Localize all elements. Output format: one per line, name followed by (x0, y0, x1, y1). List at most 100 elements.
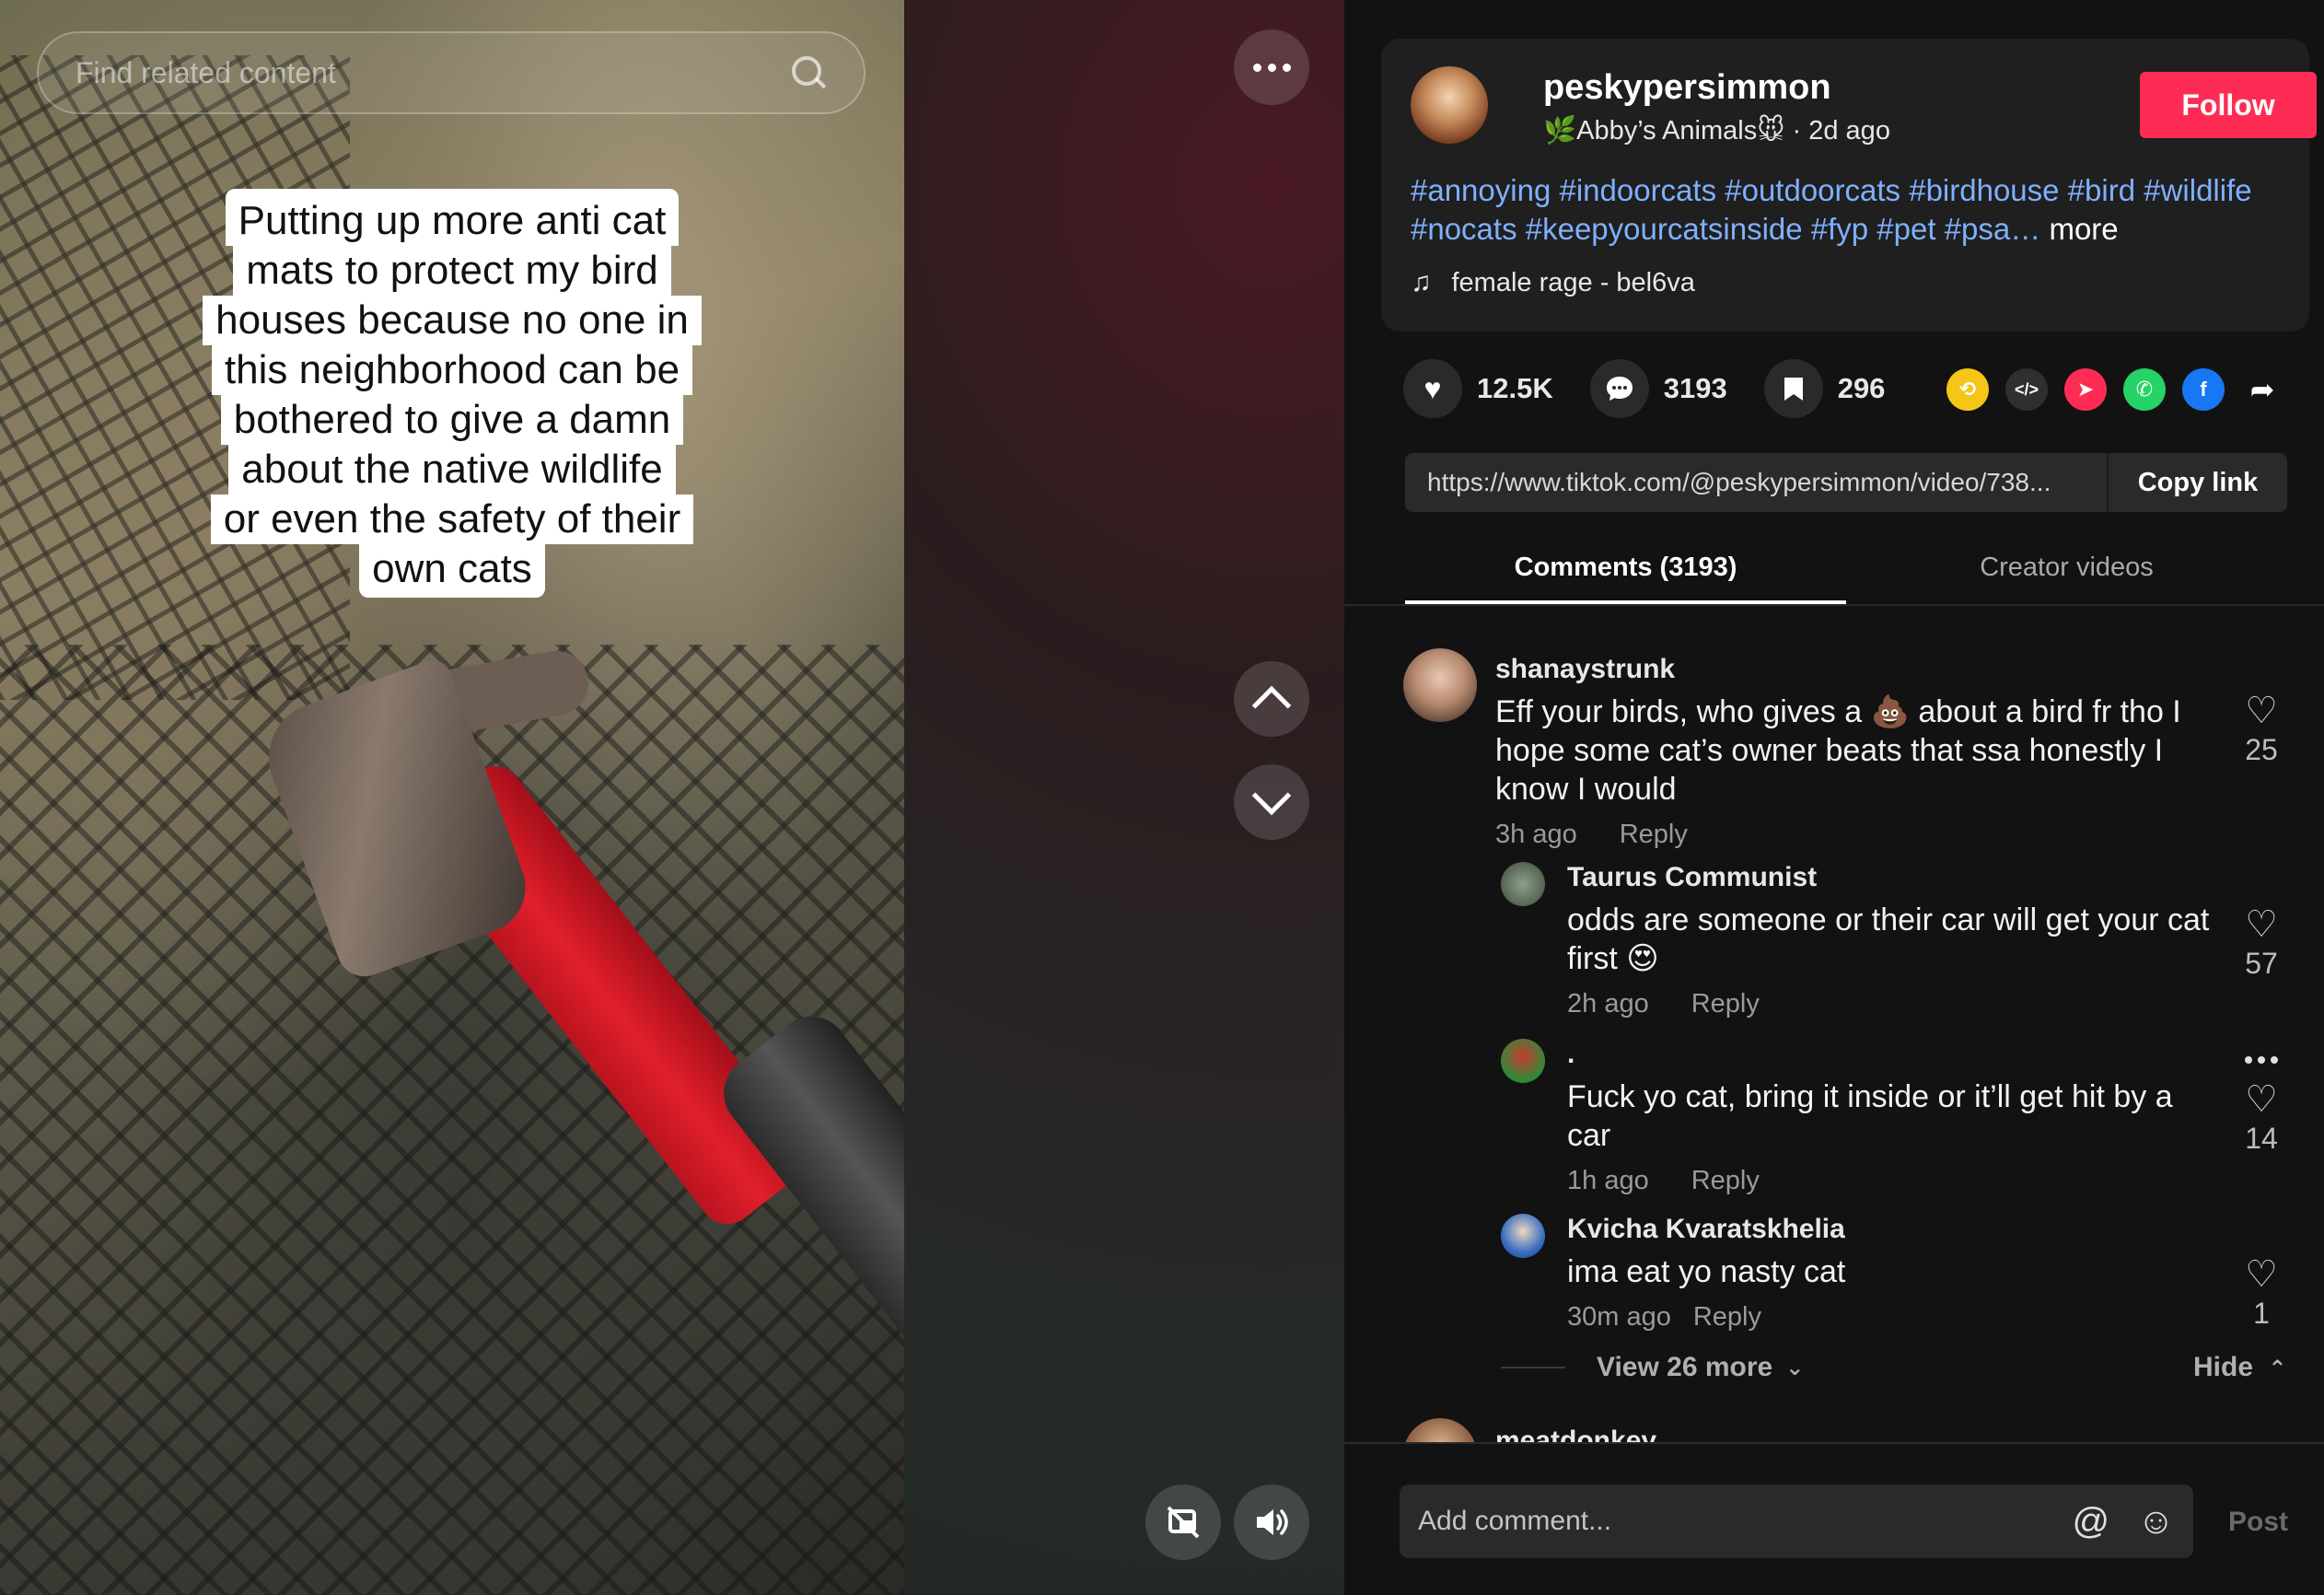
facebook-icon[interactable]: f (2182, 368, 2225, 411)
comment-input[interactable] (1418, 1506, 2045, 1537)
comment-more-icon[interactable] (2245, 1056, 2278, 1064)
previous-video-button[interactable] (1234, 661, 1309, 737)
comment-username[interactable]: Kvicha Kvaratskhelia (1567, 1214, 2230, 1245)
repost-icon[interactable]: ⟲ (1946, 368, 1989, 411)
more-options-button[interactable] (1234, 29, 1309, 105)
comment-username[interactable]: shanaystrunk (1495, 654, 2214, 685)
comment-bubble-icon[interactable] (1589, 359, 1649, 418)
chevron-down-icon (1251, 775, 1292, 816)
comment-meta: 1h ago Reply (1567, 1166, 2230, 1196)
heart-outline-icon[interactable]: ♡ (2245, 691, 2278, 731)
comment-username[interactable]: . (1567, 1039, 2230, 1070)
commenter-avatar[interactable] (1501, 1214, 1545, 1258)
comment-like-count: 25 (2245, 733, 2278, 766)
commenter-avatar[interactable] (1403, 1418, 1477, 1442)
comment-like[interactable]: ♡ 1 (2234, 1254, 2289, 1331)
music-note-icon: ♫ (1411, 267, 1432, 297)
comment-like-count: 14 (2245, 1122, 2278, 1155)
hide-label[interactable]: Hide (2193, 1352, 2253, 1382)
more-link[interactable]: more (2049, 212, 2118, 246)
comment-like[interactable]: ♡ 14 (2234, 1079, 2289, 1156)
comment-count: 3193 (1663, 372, 1727, 404)
comment-text: Eff your birds, who gives a 💩 about a bi… (1495, 693, 2214, 809)
music-title[interactable]: female rage - bel6va (1452, 268, 1695, 298)
thread-line (1501, 1367, 1565, 1368)
author-subtitle: 🌿Abby’s Animals🐭 · 2d ago (1543, 116, 1890, 146)
comment-username[interactable]: Taurus Communist (1567, 862, 2230, 893)
whatsapp-icon[interactable]: ✆ (2123, 368, 2166, 411)
emoji-icon[interactable]: ☺ (2137, 1501, 2175, 1543)
tab-creator-videos[interactable]: Creator videos (1846, 534, 2287, 604)
comment-text-line: ima eat yo nasty cat (1567, 1254, 1846, 1289)
commenter-avatar[interactable] (1501, 1039, 1545, 1083)
tab-comments[interactable]: Comments (3193) (1405, 534, 1846, 604)
video-area: Putting up more anti cat mats to protect… (0, 0, 1344, 1595)
reply-button[interactable]: Reply (1620, 820, 1688, 850)
view-more-label[interactable]: View 26 more (1597, 1352, 1772, 1383)
caption-line: houses because no one in (203, 296, 702, 345)
comment-text: odds are someone or their car will get y… (1567, 901, 2230, 978)
caption-line: Putting up more anti cat (225, 189, 680, 246)
mention-icon[interactable]: @ (2073, 1501, 2110, 1543)
author-avatar[interactable] (1411, 66, 1488, 144)
share-link-box: https://www.tiktok.com/@peskypersimmon/v… (1405, 453, 2287, 512)
music-info[interactable]: ♫ female rage - bel6va (1411, 267, 1695, 298)
comment-time: 1h ago (1567, 1166, 1649, 1195)
comment-like-count: 57 (2245, 947, 2278, 980)
embed-icon[interactable]: </> (2005, 368, 2048, 411)
comment-text-line: Fuck yo cat, bring it inside or it’ll ge… (1567, 1079, 2173, 1114)
comment-text-line: car (1567, 1118, 1611, 1153)
divider (1344, 604, 2324, 606)
send-icon[interactable]: ➤ (2064, 368, 2107, 411)
search-bar[interactable] (37, 31, 866, 114)
save-action[interactable]: 296 (1763, 359, 1885, 418)
volume-icon (1257, 1509, 1288, 1535)
commenter-avatar[interactable] (1501, 862, 1545, 906)
hide-replies[interactable]: Hide ⌃ (2193, 1352, 2286, 1383)
floating-player-button[interactable] (1145, 1484, 1221, 1560)
heart-icon[interactable]: ♥ (1403, 359, 1462, 418)
comment-like[interactable]: ♡ 57 (2234, 904, 2289, 981)
caption-line: this neighborhood can be (211, 345, 693, 395)
heart-outline-icon[interactable]: ♡ (2245, 1254, 2278, 1295)
follow-button[interactable]: Follow (2140, 72, 2317, 138)
comment-meta: 30m ago Reply (1567, 1302, 2230, 1333)
hashtag-list[interactable]: #annoying #indoorcats #outdoorcats #bird… (1411, 173, 2252, 246)
comment-time: 30m ago (1567, 1302, 1671, 1332)
details-panel: peskypersimmon 🌿Abby’s Animals🐭 · 2d ago… (1344, 0, 2324, 1595)
caption-line: own cats (359, 544, 545, 598)
video-player[interactable]: Putting up more anti cat mats to protect… (0, 0, 904, 1595)
commenter-avatar[interactable] (1403, 648, 1477, 722)
comment-text-line: Eff your birds, who gives a 💩 about a bi… (1495, 694, 2181, 729)
comment-like-count: 1 (2253, 1297, 2270, 1330)
comment-action[interactable]: 3193 (1589, 359, 1727, 418)
bookmark-icon[interactable] (1763, 359, 1823, 418)
comment-time: 2h ago (1567, 989, 1649, 1019)
post-button[interactable]: Post (2228, 1507, 2288, 1538)
reply-button[interactable]: Reply (1691, 989, 1760, 1019)
view-more-replies[interactable]: View 26 more ⌄ (1501, 1352, 1804, 1383)
action-bar: ♥ 12.5K 3193 296 (1403, 359, 1922, 418)
reply-button[interactable]: Reply (1691, 1166, 1760, 1196)
copy-link-button[interactable]: Copy link (2107, 453, 2287, 512)
search-input[interactable] (76, 55, 790, 90)
share-arrow-icon[interactable]: ➦ (2241, 368, 2283, 411)
search-icon[interactable] (790, 54, 827, 91)
comment-input-box[interactable]: @ ☺ (1400, 1484, 2193, 1558)
heart-outline-icon[interactable]: ♡ (2245, 1079, 2278, 1120)
comment-time: 3h ago (1495, 820, 1577, 849)
chevron-up-icon: ⌃ (2268, 1356, 2287, 1381)
author-name[interactable]: peskypersimmon (1543, 68, 1831, 108)
caption-line: bothered to give a damn (220, 395, 684, 445)
volume-button[interactable] (1234, 1484, 1309, 1560)
comment-meta: 2h ago Reply (1567, 989, 2230, 1019)
next-video-button[interactable] (1234, 764, 1309, 840)
share-options: ⟲ </> ➤ ✆ f ➦ (1946, 368, 2283, 411)
comment-like[interactable]: ♡ 25 (2234, 691, 2289, 767)
caption-line: about the native wildlife (228, 445, 676, 495)
video-link[interactable]: https://www.tiktok.com/@peskypersimmon/v… (1405, 468, 2107, 497)
heart-outline-icon[interactable]: ♡ (2245, 904, 2278, 945)
comment-username[interactable]: meatdonkey (1495, 1426, 1656, 1442)
reply-button[interactable]: Reply (1693, 1302, 1761, 1333)
like-action[interactable]: ♥ 12.5K (1403, 359, 1553, 418)
